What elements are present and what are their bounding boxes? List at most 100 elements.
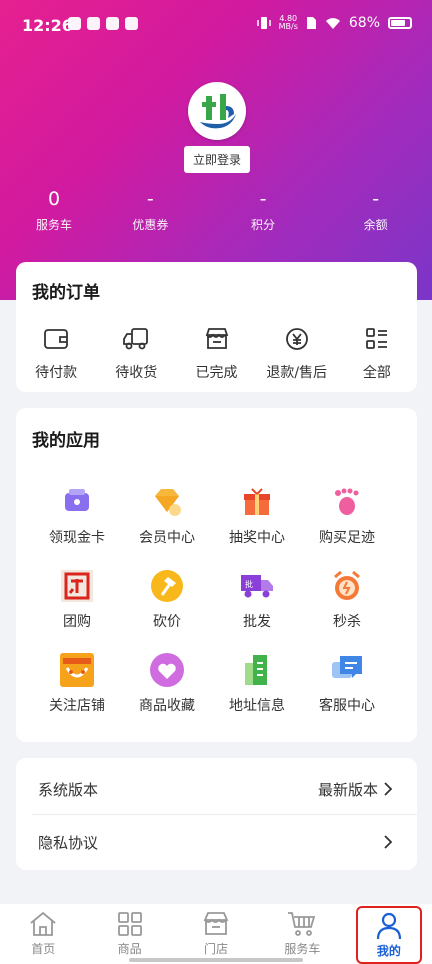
orders-card: 我的订单 待付款 待收货 已完成 退款/售后 全部	[16, 262, 417, 392]
user-icon	[376, 912, 401, 940]
privacy-policy-row[interactable]: 隐私协议	[16, 815, 417, 869]
tab-label: 服务车	[284, 942, 321, 956]
status-time: 12:26	[22, 16, 73, 35]
tab-store[interactable]: 门店	[173, 904, 259, 964]
battery-percent: 68%	[348, 15, 380, 31]
stat-value: -	[372, 188, 380, 210]
login-button[interactable]: 立即登录	[184, 146, 250, 173]
home-indicator[interactable]	[129, 958, 303, 962]
notification-icons	[68, 17, 138, 30]
stat-balance[interactable]: - 余额	[319, 188, 432, 233]
cart-icon	[288, 912, 316, 936]
notification-icon	[125, 17, 138, 30]
tab-home[interactable]: 首页	[0, 904, 86, 964]
tab-label: 首页	[31, 942, 56, 956]
bottom-tab-bar: 首页 商品 门店 服务车 我的	[0, 904, 432, 964]
wallet-icon	[44, 329, 68, 349]
order-pending-payment[interactable]: 待付款	[16, 326, 96, 382]
truck-icon	[123, 328, 149, 350]
app-bargain[interactable]: 砍价	[122, 568, 212, 631]
stats-row: 0 服务车 - 优惠券 - 积分 - 余额	[0, 188, 432, 233]
stat-service-cart[interactable]: 0 服务车	[14, 188, 94, 233]
chevron-right-icon	[384, 782, 393, 796]
axe-icon	[151, 570, 183, 602]
app-follow-store[interactable]: 关注店铺	[32, 652, 122, 715]
member-diamond-icon	[155, 489, 181, 516]
order-label: 已完成	[195, 365, 238, 381]
shop-icon	[203, 912, 229, 935]
footprint-icon	[335, 488, 359, 515]
order-label: 待付款	[35, 365, 78, 381]
app-member-center[interactable]: 会员中心	[122, 484, 212, 547]
tab-label: 我的	[376, 944, 401, 958]
tab-service-cart[interactable]: 服务车	[259, 904, 345, 964]
app-label: 地址信息	[229, 698, 285, 714]
app-group-buy[interactable]: 团购	[32, 568, 122, 631]
app-lottery-center[interactable]: 抽奖中心	[212, 484, 302, 547]
orders-title: 我的订单	[32, 283, 100, 303]
app-cash-card[interactable]: 领现金卡	[32, 484, 122, 547]
logo-icon	[200, 94, 236, 129]
apps-card: 我的应用 领现金卡 会员中心 抽奖中心 购买足迹 团购 砍价 批 批发 秒杀 关…	[16, 408, 417, 742]
heart-icon	[150, 653, 184, 687]
battery-icon	[388, 17, 412, 29]
chat-icon	[332, 656, 362, 678]
address-icon	[245, 655, 267, 685]
order-completed[interactable]: 已完成	[176, 326, 256, 382]
app-label: 客服中心	[319, 698, 375, 714]
home-icon	[30, 911, 56, 936]
sim-icon	[306, 17, 316, 29]
app-flash-sale[interactable]: 秒杀	[302, 568, 392, 631]
stat-label: 余额	[363, 218, 388, 232]
order-refund[interactable]: 退款/售后	[257, 326, 337, 382]
network-speed: 4.80 MB/s	[278, 14, 298, 31]
follow-store-icon	[60, 653, 94, 687]
order-all[interactable]: 全部	[337, 326, 417, 382]
chevron-right-icon	[384, 835, 393, 849]
tab-mine[interactable]: 我的	[346, 904, 432, 964]
alarm-clock-icon	[334, 570, 360, 600]
tab-products[interactable]: 商品	[86, 904, 172, 964]
privacy-policy-label: 隐私协议	[38, 833, 99, 852]
stat-label: 优惠券	[132, 218, 169, 232]
status-bar: 12:26 4.80 MB/s 68%	[0, 0, 432, 52]
stat-label: 服务车	[35, 218, 72, 232]
order-label: 全部	[362, 365, 391, 381]
stat-value: 0	[47, 188, 61, 210]
stat-coupons[interactable]: - 优惠券	[94, 188, 207, 233]
app-label: 批发	[243, 614, 271, 630]
app-label: 会员中心	[139, 530, 195, 546]
settings-card: 系统版本 最新版本 隐私协议	[16, 758, 417, 870]
stat-points[interactable]: - 积分	[207, 188, 320, 233]
app-favorites[interactable]: 商品收藏	[122, 652, 212, 715]
list-icon	[366, 328, 387, 349]
system-version-value: 最新版本	[317, 780, 378, 799]
app-label: 团购	[63, 614, 91, 630]
system-version-label: 系统版本	[38, 780, 99, 799]
app-footprint[interactable]: 购买足迹	[302, 484, 392, 547]
order-label: 退款/售后	[266, 365, 328, 381]
notification-icon	[106, 17, 119, 30]
order-label: 待收货	[115, 365, 158, 381]
cash-card-icon	[65, 489, 89, 511]
wifi-icon	[325, 17, 340, 29]
stat-value: -	[259, 188, 267, 210]
avatar[interactable]	[188, 82, 246, 140]
notification-icon	[87, 17, 100, 30]
gift-box-icon	[244, 488, 270, 515]
app-wholesale[interactable]: 批 批发	[212, 568, 302, 631]
tab-label: 商品	[117, 942, 142, 956]
stat-value: -	[146, 188, 154, 210]
wholesale-truck-icon: 批	[241, 575, 273, 598]
app-label: 关注店铺	[49, 698, 105, 714]
app-customer-service[interactable]: 客服中心	[302, 652, 392, 715]
app-label: 购买足迹	[319, 530, 375, 546]
group-buy-icon	[61, 570, 93, 602]
app-address[interactable]: 地址信息	[212, 652, 302, 715]
system-version-row[interactable]: 系统版本 最新版本	[16, 762, 417, 816]
apps-title: 我的应用	[32, 431, 100, 451]
notification-icon	[68, 17, 81, 30]
app-label: 抽奖中心	[229, 530, 285, 546]
tab-label: 门店	[204, 942, 229, 956]
order-pending-receipt[interactable]: 待收货	[96, 326, 176, 382]
